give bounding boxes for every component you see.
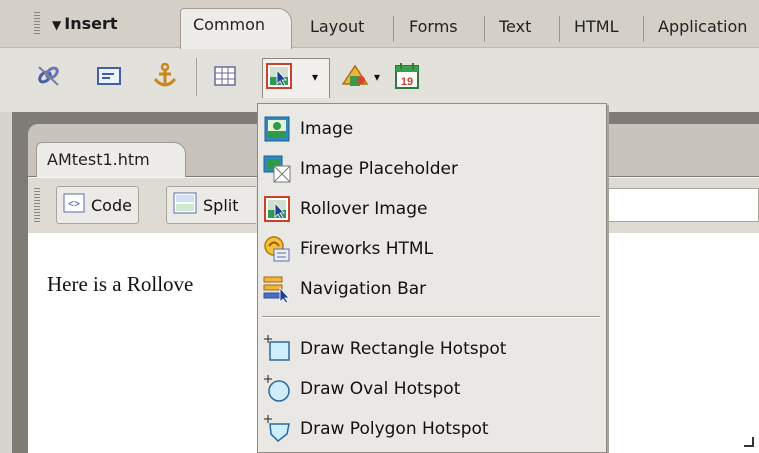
- tab-divider: [484, 16, 485, 42]
- named-anchor-icon[interactable]: [150, 60, 180, 92]
- tab-divider: [393, 16, 394, 42]
- menu-item-label: Draw Oval Hotspot: [300, 379, 461, 399]
- tab-html[interactable]: HTML: [562, 11, 631, 47]
- menu-item-label: Navigation Bar: [300, 279, 427, 299]
- menu-item-label: Draw Polygon Hotspot: [300, 419, 489, 439]
- document-body-text: Here is a Rollove: [47, 272, 194, 296]
- document-tab[interactable]: AMtest1.htm: [36, 142, 186, 178]
- tab-text[interactable]: Text: [487, 11, 543, 47]
- menu-item-draw-rectangle-hotspot[interactable]: Draw Rectangle Hotspot: [262, 330, 602, 368]
- resize-corner-icon[interactable]: [744, 437, 754, 447]
- toolbar-separator: [196, 58, 197, 96]
- images-dropdown-menu: Image Image Placeholder Rollover Image F…: [257, 103, 607, 453]
- fireworks-html-icon: [262, 234, 292, 264]
- panel-grip-handle[interactable]: [34, 12, 40, 36]
- menu-separator: [262, 316, 600, 318]
- insert-title-label: Insert: [64, 14, 118, 33]
- date-icon[interactable]: 19: [392, 60, 422, 92]
- email-link-icon[interactable]: [94, 60, 124, 92]
- menu-item-image[interactable]: Image: [262, 110, 602, 148]
- rectangle-hotspot-icon: [262, 334, 292, 364]
- menu-item-draw-polygon-hotspot[interactable]: Draw Polygon Hotspot: [262, 410, 602, 448]
- code-view-icon: <>: [63, 193, 85, 217]
- tab-divider: [643, 16, 644, 42]
- insert-panel-title[interactable]: ▼ Insert: [52, 14, 118, 33]
- menu-item-label: Draw Rectangle Hotspot: [300, 339, 507, 359]
- rollover-image-icon: [262, 194, 292, 224]
- split-view-icon: [173, 192, 197, 218]
- toolbar-grip-handle[interactable]: [34, 188, 40, 222]
- polygon-hotspot-icon: [262, 414, 292, 444]
- code-view-label: Code: [91, 195, 132, 215]
- menu-item-rollover-image[interactable]: Rollover Image: [262, 190, 602, 228]
- document-title-field[interactable]: [606, 188, 759, 222]
- menu-item-navigation-bar[interactable]: Navigation Bar: [262, 270, 602, 308]
- media-icon[interactable]: [340, 60, 370, 92]
- navigation-bar-icon: [262, 274, 292, 304]
- menu-item-image-placeholder[interactable]: Image Placeholder: [262, 150, 602, 188]
- date-icon-number: 19: [401, 76, 413, 88]
- collapse-triangle-icon[interactable]: ▼: [52, 18, 61, 32]
- image-icon: [262, 114, 292, 144]
- tab-layout[interactable]: Layout: [298, 11, 376, 47]
- image-placeholder-icon: [262, 154, 292, 184]
- tab-forms[interactable]: Forms: [397, 11, 470, 47]
- tab-application[interactable]: Application: [646, 11, 759, 47]
- menu-item-label: Fireworks HTML: [300, 239, 434, 259]
- rollover-image-icon[interactable]: [264, 60, 294, 92]
- menu-item-draw-oval-hotspot[interactable]: Draw Oval Hotspot: [262, 370, 602, 408]
- split-view-button[interactable]: Split: [166, 186, 256, 224]
- media-dropdown-arrow-icon[interactable]: ▾: [374, 70, 380, 84]
- split-view-label: Split: [203, 195, 239, 215]
- tab-common[interactable]: Common: [180, 8, 292, 49]
- menu-item-label: Image: [300, 119, 354, 139]
- code-view-button[interactable]: <> Code: [56, 186, 139, 224]
- table-icon[interactable]: [210, 60, 240, 92]
- svg-text:<>: <>: [68, 200, 80, 211]
- menu-item-label: Rollover Image: [300, 199, 428, 219]
- tab-divider: [559, 16, 560, 42]
- menu-item-label: Image Placeholder: [300, 159, 458, 179]
- oval-hotspot-icon: [262, 374, 292, 404]
- menu-item-fireworks-html[interactable]: Fireworks HTML: [262, 230, 602, 268]
- images-dropdown-arrow-icon[interactable]: ▾: [312, 70, 318, 84]
- hyperlink-icon[interactable]: [34, 60, 64, 92]
